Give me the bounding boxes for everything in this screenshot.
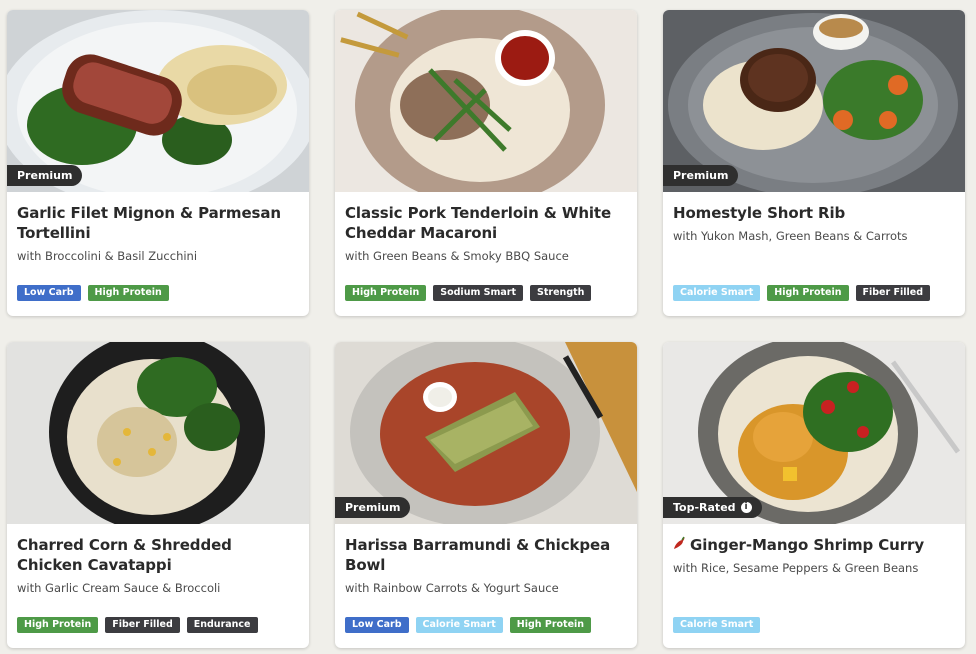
tag-strength: Strength [530, 285, 592, 301]
meal-subtitle: with Broccolini & Basil Zucchini [17, 249, 198, 263]
premium-badge: Premium [335, 497, 411, 518]
tag-high-protein: High Protein [767, 285, 849, 301]
meal-title[interactable]: Harissa Barramundi & Chickpea Bowl [345, 535, 627, 575]
top-rated-badge[interactable]: Top-Rated i [663, 497, 762, 518]
tag-high-protein: High Protein [509, 617, 592, 633]
meal-card-classic-pork-tenderloin[interactable]: Classic Pork Tenderloin & White Cheddar … [335, 10, 637, 316]
info-icon[interactable]: i [740, 502, 752, 513]
meal-card-garlic-filet-mignon[interactable]: Premium Garlic Filet Mignon & Parmesan T… [7, 10, 309, 316]
tag-low-carb: Low Carb [17, 285, 81, 301]
meal-card-homestyle-short-rib[interactable]: Premium Homestyle Short Rib with Yukon M… [663, 10, 965, 316]
chili-pepper-icon [673, 535, 686, 555]
meal-tags: Calorie Smart High Protein Fiber Filled [673, 285, 930, 301]
tag-calorie-smart: Calorie Smart [673, 285, 761, 301]
meal-title[interactable]: Classic Pork Tenderloin & White Cheddar … [345, 203, 627, 243]
tag-fiber-filled: Fiber Filled [855, 285, 930, 301]
tag-calorie-smart: Calorie Smart [673, 617, 761, 633]
meal-subtitle: with Yukon Mash, Green Beans & Carrots [673, 229, 908, 243]
meal-tags: Low Carb Calorie Smart High Protein [345, 617, 592, 633]
tag-endurance: Endurance [186, 617, 258, 633]
premium-badge: Premium [7, 165, 83, 186]
meal-title[interactable]: Homestyle Short Rib [673, 203, 955, 223]
tag-calorie-smart: Calorie Smart [415, 617, 503, 633]
meal-tags: High Protein Sodium Smart Strength [345, 285, 592, 301]
meal-photo[interactable] [7, 342, 309, 524]
meal-photo[interactable] [335, 10, 637, 192]
meal-title[interactable]: Charred Corn & Shredded Chicken Cavatapp… [17, 535, 299, 575]
meal-photo[interactable]: Top-Rated i [663, 342, 965, 524]
meal-tags: Calorie Smart [673, 617, 761, 633]
meal-photo[interactable]: Premium [335, 342, 637, 524]
meal-subtitle: with Green Beans & Smoky BBQ Sauce [345, 249, 569, 263]
meal-photo[interactable]: Premium [663, 10, 965, 192]
meal-image [7, 342, 309, 524]
meal-card-charred-corn-chicken-cavatappi[interactable]: Charred Corn & Shredded Chicken Cavatapp… [7, 342, 309, 648]
meal-subtitle: with Rainbow Carrots & Yogurt Sauce [345, 581, 559, 595]
meal-card-harissa-barramundi[interactable]: Premium Harissa Barramundi & Chickpea Bo… [335, 342, 637, 648]
meal-title[interactable]: Ginger-Mango Shrimp Curry [673, 535, 955, 555]
tag-high-protein: High Protein [17, 617, 99, 633]
tag-high-protein: High Protein [345, 285, 427, 301]
meal-tags: High Protein Fiber Filled Endurance [17, 617, 258, 633]
meal-subtitle: with Garlic Cream Sauce & Broccoli [17, 581, 221, 595]
tag-low-carb: Low Carb [345, 617, 409, 633]
premium-badge: Premium [663, 165, 739, 186]
meal-subtitle: with Rice, Sesame Peppers & Green Beans [673, 561, 919, 575]
tag-high-protein: High Protein [87, 285, 169, 301]
tag-sodium-smart: Sodium Smart [433, 285, 524, 301]
meal-title[interactable]: Garlic Filet Mignon & Parmesan Tortellin… [17, 203, 299, 243]
meal-photo[interactable]: Premium [7, 10, 309, 192]
meal-image [335, 10, 637, 192]
tag-fiber-filled: Fiber Filled [105, 617, 180, 633]
meal-tags: Low Carb High Protein [17, 285, 169, 301]
meal-card-ginger-mango-shrimp-curry[interactable]: Top-Rated i Ginger-Mango Shrimp Curry wi… [663, 342, 965, 648]
